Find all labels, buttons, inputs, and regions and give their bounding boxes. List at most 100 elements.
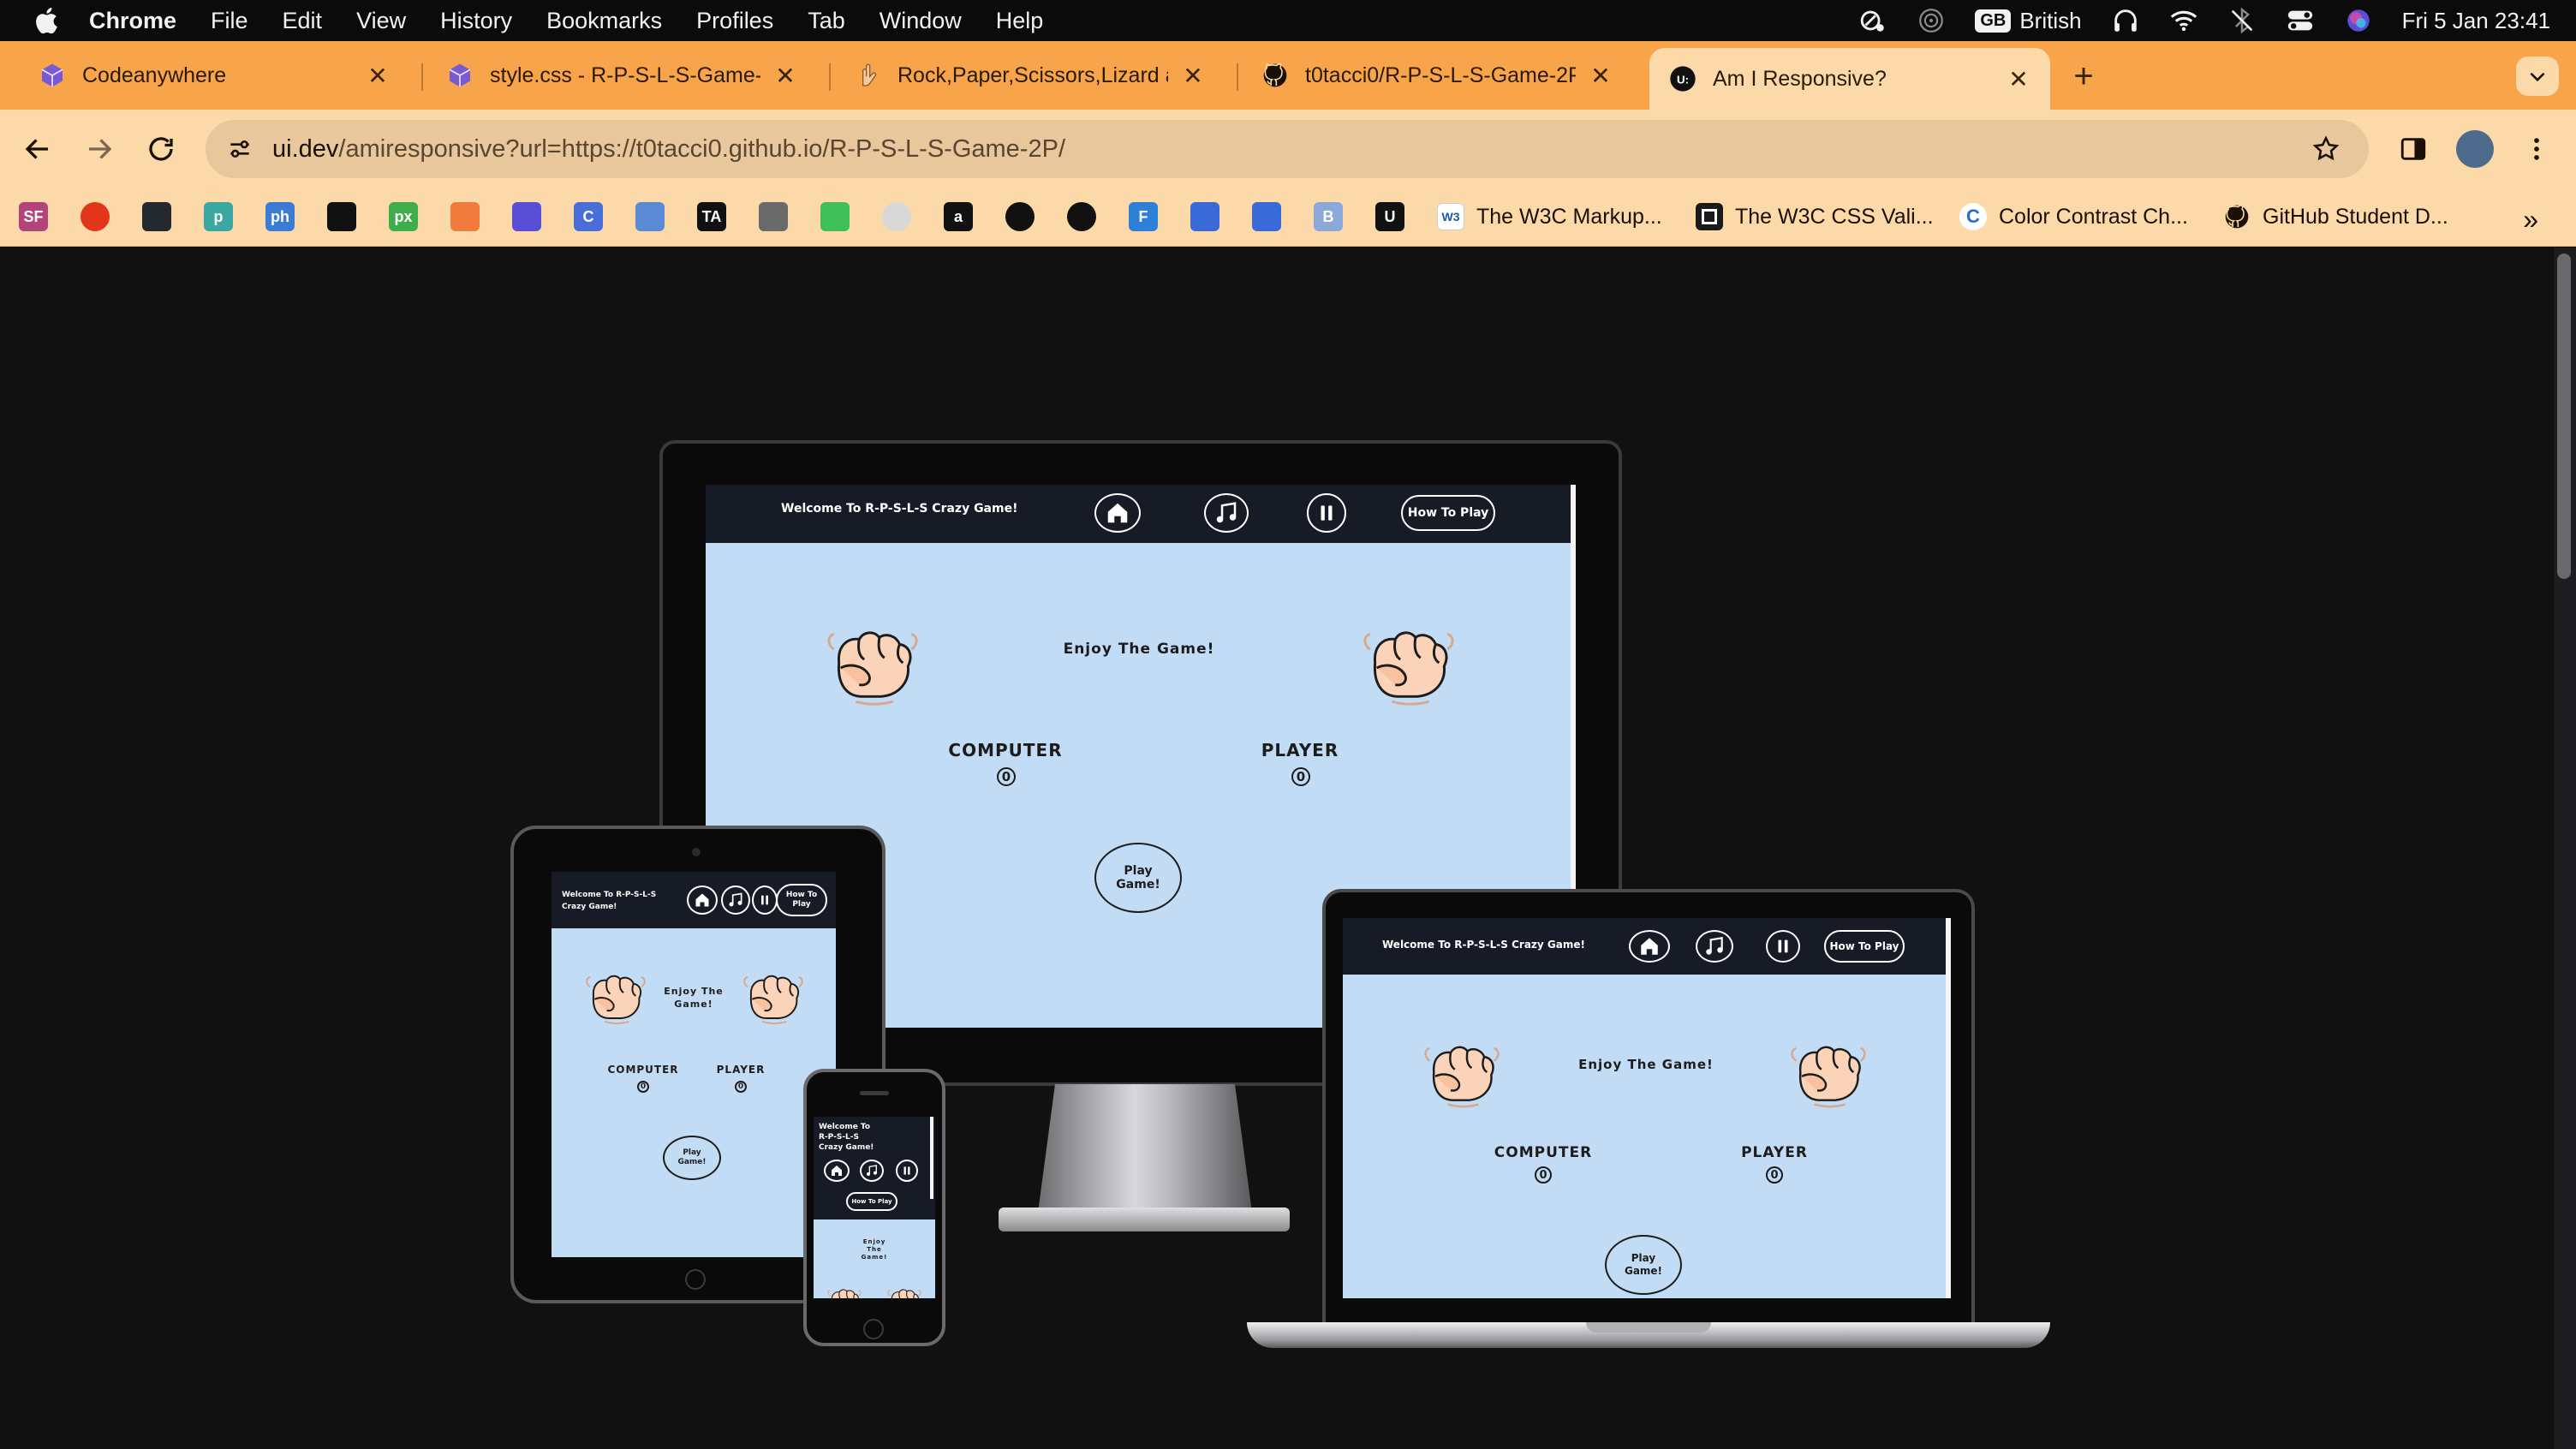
side-panel-button[interactable] (2393, 128, 2434, 170)
ui-dev-icon: U: (1668, 64, 1697, 93)
headphones-icon[interactable] (2111, 6, 2140, 35)
player-score: 0 (1766, 1166, 1783, 1184)
tab-github-repo[interactable]: t0tacci0/R-P-S-L-S-Game-2P ✕ (1242, 48, 1632, 103)
sf-icon[interactable]: SF (19, 202, 48, 231)
close-icon[interactable]: ✕ (1180, 63, 1206, 89)
music-button[interactable] (721, 886, 750, 915)
how-to-play-button[interactable]: How To Play (1401, 495, 1495, 531)
chrome-menu-button[interactable] (2516, 128, 2557, 170)
how-to-play-button[interactable]: How To Play (776, 884, 827, 916)
bluetooth-off-icon[interactable] (2227, 6, 2257, 35)
clover-icon[interactable] (820, 202, 850, 231)
dots-icon[interactable] (635, 202, 665, 231)
puzzle-icon[interactable] (1190, 202, 1219, 231)
phone-title-line-2: R-P-S-L-S (819, 1133, 860, 1142)
menu-chrome[interactable]: Chrome (89, 8, 176, 34)
menu-file[interactable]: File (211, 8, 248, 34)
bookmark-github-student[interactable]: GitHub Student D... (2223, 200, 2448, 233)
tab-rpsls-game[interactable]: Rock,Paper,Scissors,Lizard ar ✕ (834, 48, 1225, 103)
p-icon[interactable]: p (204, 202, 233, 231)
menu-profiles[interactable]: Profiles (696, 8, 773, 34)
bookmark-w3c-markup[interactable]: W3 The W3C Markup... (1437, 200, 1662, 233)
bookmark-w3c-css[interactable]: The W3C CSS Vali... (1696, 200, 1934, 233)
menu-bookmarks[interactable]: Bookmarks (546, 8, 662, 34)
tab-search-button[interactable] (2516, 57, 2559, 96)
reload-icon (149, 137, 173, 161)
c-icon[interactable]: C (574, 202, 603, 231)
play-line-1: Play (1124, 864, 1153, 878)
back-button[interactable] (19, 130, 57, 168)
square-icon[interactable] (512, 202, 541, 231)
how-to-play-button[interactable]: How To Play (1824, 930, 1905, 963)
ui-icon[interactable]: U (1375, 202, 1404, 231)
url-path: /amiresponsive?url=https://t0tacci0.gith… (338, 134, 1065, 163)
apple-icon[interactable] (33, 5, 63, 36)
hand-icon (853, 61, 882, 90)
close-icon[interactable]: ✕ (1588, 63, 1613, 89)
close-icon[interactable]: ✕ (365, 63, 391, 89)
f-icon[interactable]: F (1129, 202, 1158, 231)
close-icon[interactable]: ✕ (2006, 66, 2031, 92)
site-settings-icon[interactable] (223, 132, 257, 166)
home-button[interactable] (1629, 930, 1670, 963)
grid-icon[interactable] (759, 202, 788, 231)
new-tab-button[interactable]: + (2066, 57, 2102, 95)
music-button[interactable] (1204, 493, 1249, 533)
game-title: Welcome To R-P-S-L-S Crazy Game! (819, 1122, 874, 1153)
home-button[interactable] (1094, 493, 1141, 533)
home-button[interactable] (824, 1160, 850, 1182)
px-icon[interactable]: px (389, 202, 418, 231)
home-icon (1107, 503, 1128, 523)
globe2-icon[interactable] (1067, 202, 1096, 231)
spark-icon[interactable] (450, 202, 480, 231)
menu-history[interactable]: History (440, 8, 512, 34)
music-button[interactable] (860, 1160, 884, 1182)
b-icon[interactable]: B (1314, 202, 1343, 231)
bookmark-star-icon[interactable] (2309, 132, 2343, 166)
pause-button[interactable] (896, 1160, 918, 1182)
airdrop-icon[interactable] (1917, 6, 1946, 35)
wifi-icon[interactable] (2169, 6, 2198, 35)
tab-title: style.css - R-P-S-L-S-Game- (490, 63, 760, 87)
menu-edit[interactable]: Edit (283, 8, 323, 34)
flag-icon[interactable] (1252, 202, 1281, 231)
tab-codeanywhere[interactable]: Codeanywhere ✕ (19, 48, 409, 103)
circle-icon[interactable] (80, 202, 110, 231)
control-center-icon[interactable] (2286, 6, 2315, 35)
profile-button[interactable] (2454, 128, 2496, 170)
screen-sharing-icon[interactable] (1858, 6, 1887, 35)
play-game-button[interactable]: Play Game! (1094, 843, 1182, 913)
pause-icon (1321, 505, 1333, 521)
ball-icon[interactable] (882, 202, 911, 231)
a-icon[interactable]: a (944, 202, 973, 231)
pause-button[interactable] (752, 886, 778, 915)
how-to-play-button[interactable]: How To Play (846, 1192, 897, 1211)
github-icon[interactable] (142, 202, 171, 231)
menu-view[interactable]: View (356, 8, 406, 34)
input-source[interactable]: GB British (1975, 8, 2082, 34)
pause-button[interactable] (1307, 493, 1346, 533)
bookmarks-overflow-button[interactable]: » (2523, 204, 2538, 236)
menu-window[interactable]: Window (880, 8, 962, 34)
siri-icon[interactable] (2344, 6, 2373, 35)
home-button[interactable] (687, 886, 718, 915)
scrollbar-thumb[interactable] (2557, 253, 2571, 579)
forward-button[interactable] (80, 130, 118, 168)
menubar-clock[interactable]: Fri 5 Jan 23:41 (2402, 8, 2550, 34)
reload-button[interactable] (142, 130, 180, 168)
menu-tab[interactable]: Tab (808, 8, 845, 34)
tab-am-i-responsive[interactable]: U: Am I Responsive? ✕ (1649, 48, 2050, 110)
close-icon[interactable]: ✕ (772, 63, 798, 89)
menu-help[interactable]: Help (996, 8, 1044, 34)
ph-icon[interactable]: ph (265, 202, 295, 231)
unsplash-icon[interactable] (327, 202, 356, 231)
globe-icon[interactable] (1005, 202, 1035, 231)
tab-style-css[interactable]: style.css - R-P-S-L-S-Game- ✕ (426, 48, 817, 103)
pause-button[interactable] (1766, 930, 1800, 963)
address-bar[interactable]: ui.dev/amiresponsive?url=https://t0tacci… (206, 120, 2369, 178)
bookmark-color-contrast[interactable]: C Color Contrast Ch... (1959, 200, 2188, 233)
play-game-button[interactable]: Play Game! (663, 1136, 721, 1180)
play-game-button[interactable]: Play Game! (1605, 1235, 1682, 1295)
ta-icon[interactable]: TA (697, 202, 726, 231)
music-button[interactable] (1696, 930, 1733, 963)
